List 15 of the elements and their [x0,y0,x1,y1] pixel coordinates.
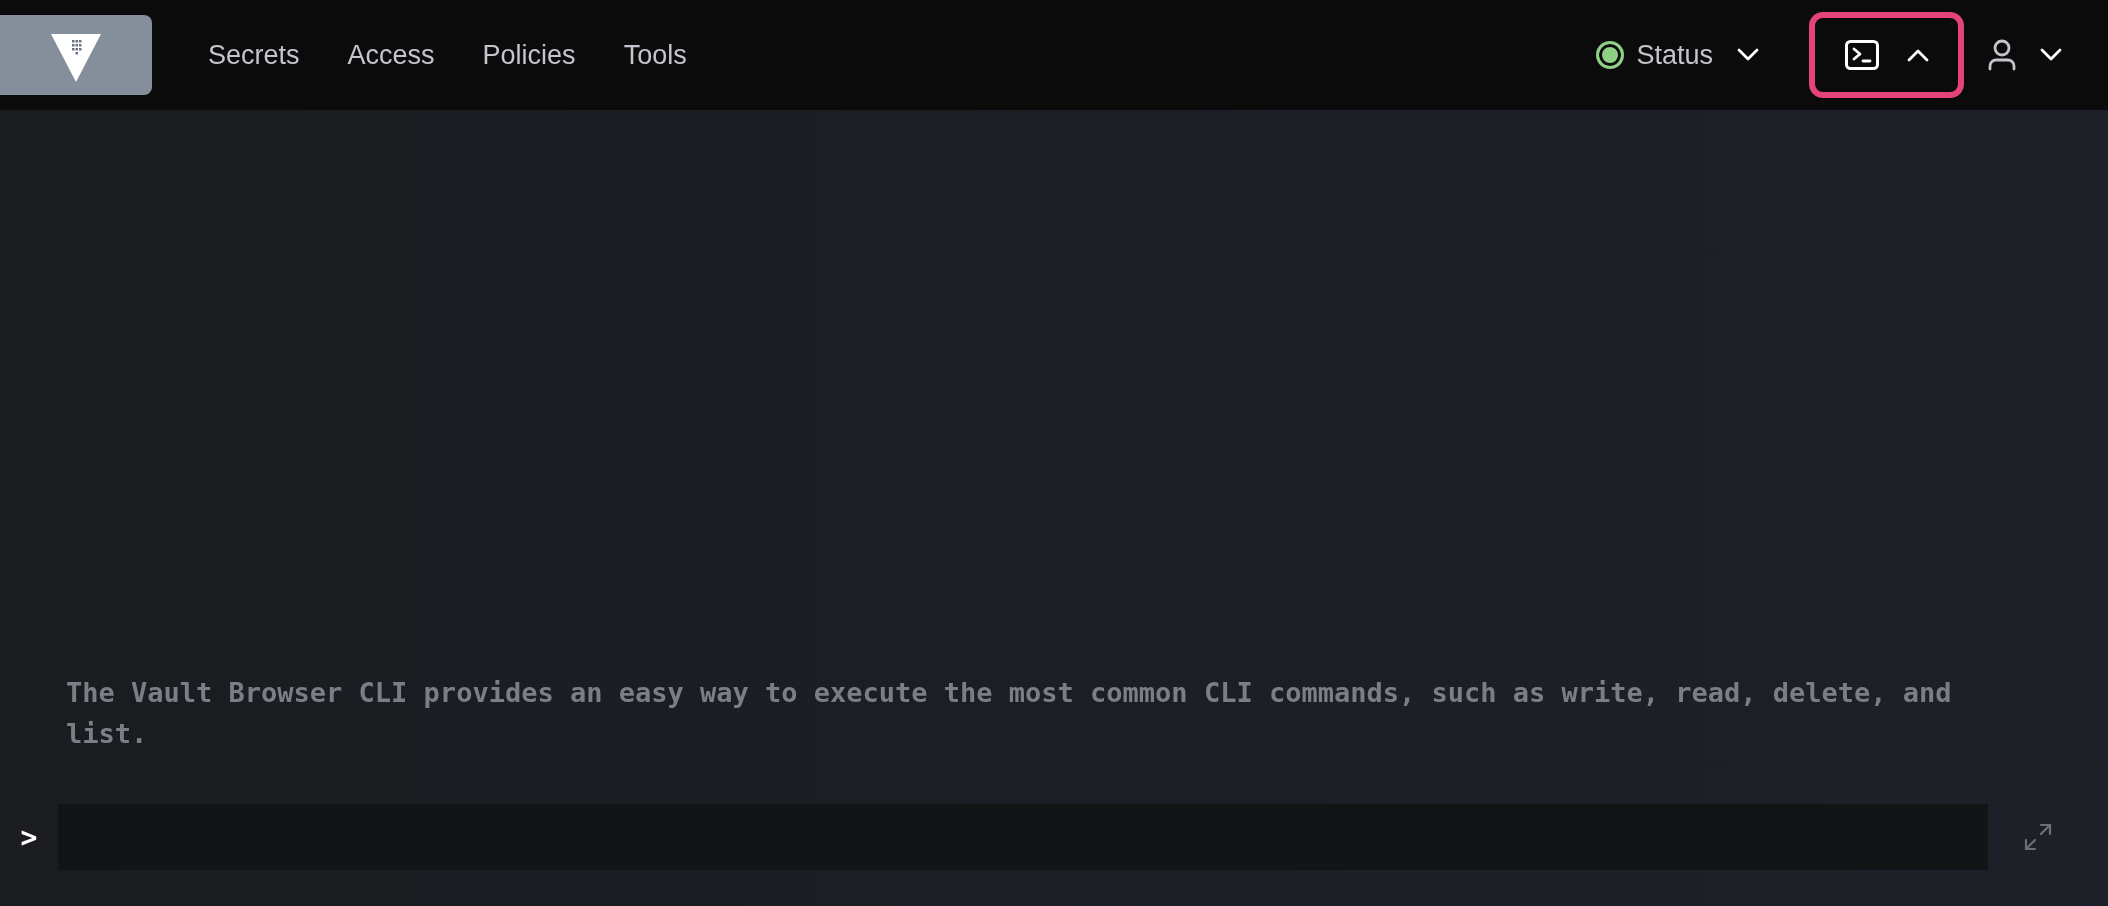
status-menu[interactable]: Status [1596,39,1759,71]
prompt-sign: > [19,820,39,854]
cli-description: The Vault Browser CLI provides an easy way to execute the most common CLI commands, such as write, read, delete, and list. [66,676,1953,751]
chevron-down-icon [2040,48,2062,62]
chevron-down-icon [1737,48,1759,62]
nav-link[interactable]: Policies [482,39,576,71]
expand-icon[interactable] [2023,822,2053,852]
nav-link[interactable]: Secrets [208,39,300,71]
user-menu-button[interactable] [1988,39,2062,71]
nav-link[interactable]: Access [347,39,435,71]
console-toggle-button[interactable] [1809,12,1964,98]
nav-link[interactable]: Tools [623,39,687,71]
terminal-icon [1844,40,1879,70]
user-icon [1988,39,2016,71]
home-logo[interactable] [0,15,152,95]
